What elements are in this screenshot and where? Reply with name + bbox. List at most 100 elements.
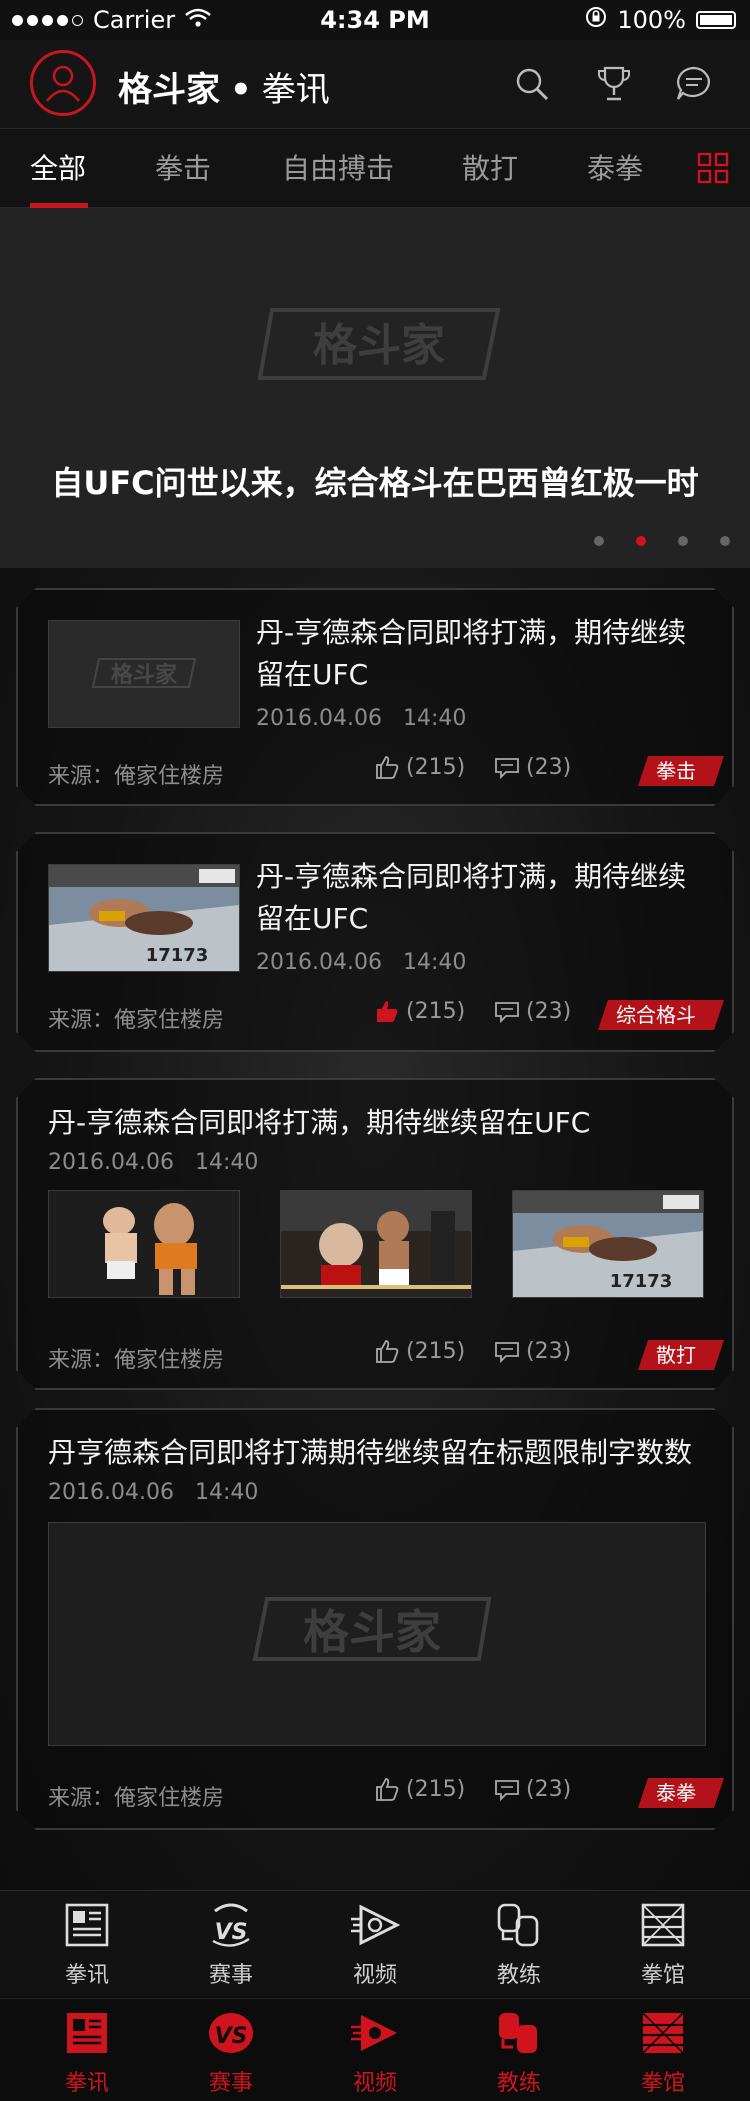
rotation-lock-icon <box>585 6 607 34</box>
svg-text:格斗家: 格斗家 <box>313 320 445 371</box>
trophy-icon[interactable] <box>594 64 634 104</box>
tab-label: 拳馆 <box>640 2071 685 2096</box>
news-card[interactable]: 丹亨德森合同即将打满期待继续留在标题限制字数数 2016.04.06 14:40… <box>16 1408 734 1830</box>
article-title[interactable]: 丹亨德森合同即将打满期待继续留在标题限制字数数 <box>48 1432 718 1474</box>
article-date: 2016.04.06 14:40 <box>48 1480 259 1505</box>
grid-menu-icon[interactable] <box>696 151 730 185</box>
boxing-ring-icon <box>637 2007 689 2059</box>
category-tabs: 全部 拳击 自由搏击 散打 泰拳 <box>0 128 750 208</box>
category-tag[interactable]: 拳击 <box>638 756 724 786</box>
tab-label: 视频 <box>352 1963 397 1988</box>
tab-bar-selected: 拳讯 VS 赛事 视频 教练 拳馆 <box>0 1998 750 2101</box>
news-icon <box>61 2007 113 2059</box>
article-source: 来源：俺家住楼房 <box>48 764 225 789</box>
tab-muay-thai[interactable]: 泰拳 <box>587 147 643 187</box>
tab-kickboxing[interactable]: 自由搏击 <box>282 147 394 187</box>
title-separator: • <box>230 70 252 110</box>
tab-gym[interactable]: 拳馆 <box>588 2007 738 2097</box>
svg-text:17173: 17173 <box>146 945 209 966</box>
tab-all[interactable]: 全部 <box>30 147 86 187</box>
tab-label: 拳讯 <box>64 2071 109 2096</box>
news-icon <box>61 1899 113 1951</box>
article-image-2[interactable] <box>280 1190 472 1298</box>
tab-video[interactable]: 视频 <box>300 2007 450 2097</box>
article-title[interactable]: 丹-亨德森合同即将打满，期待继续留在UFC <box>256 612 706 696</box>
article-date: 2016.04.06 14:40 <box>48 1150 259 1175</box>
thumbs-up-icon <box>374 1338 400 1364</box>
news-feed: 格斗家 丹-亨德森合同即将打满，期待继续留在UFC 2016.04.06 14:… <box>0 568 750 1890</box>
comment-icon <box>494 998 520 1024</box>
comment-button[interactable]: (23) <box>494 1776 571 1802</box>
tab-label: 拳讯 <box>64 1963 109 1988</box>
tab-news[interactable]: 拳讯 <box>12 1899 162 1989</box>
category-tag[interactable]: 综合格斗 <box>598 1000 724 1030</box>
tab-video[interactable]: 视频 <box>300 1899 450 1989</box>
tab-events[interactable]: VS 赛事 <box>156 1899 306 1989</box>
tab-label: 教练 <box>496 1963 541 1988</box>
category-tag[interactable]: 散打 <box>638 1340 724 1370</box>
svg-text:VS: VS <box>215 2024 248 2049</box>
article-image-placeholder[interactable]: 格斗家 <box>48 1522 706 1746</box>
like-button[interactable]: (215) <box>374 1776 465 1802</box>
article-image-1[interactable] <box>48 1190 240 1298</box>
app-name: 格斗家 <box>118 70 220 110</box>
tab-bar: 拳讯 VS 赛事 视频 教练 拳馆 <box>0 1890 750 1996</box>
news-card[interactable]: 丹-亨德森合同即将打满，期待继续留在UFC 2016.04.06 14:40 1… <box>16 1078 734 1390</box>
section-name: 拳讯 <box>261 70 330 110</box>
article-date: 2016.04.06 14:40 <box>256 950 467 975</box>
like-button[interactable]: (215) <box>374 754 465 780</box>
coach-glove-icon <box>493 2007 545 2059</box>
battery-icon <box>696 11 736 29</box>
brand-logo: 格斗家 <box>257 308 501 384</box>
svg-text:17173: 17173 <box>610 1271 673 1292</box>
comment-button[interactable]: (23) <box>494 1338 571 1364</box>
tab-news[interactable]: 拳讯 <box>12 2007 162 2097</box>
battery-percent: 100% <box>617 6 686 34</box>
page-dot <box>594 536 604 546</box>
tab-label: 教练 <box>496 2071 541 2096</box>
message-icon[interactable] <box>674 64 714 104</box>
tab-boxing[interactable]: 拳击 <box>155 147 211 187</box>
boxing-ring-icon <box>637 1899 689 1951</box>
tab-label: 拳馆 <box>640 1963 685 1988</box>
news-card[interactable]: 17173 丹-亨德森合同即将打满，期待继续留在UFC 2016.04.06 1… <box>16 832 734 1052</box>
like-button[interactable]: (215) <box>374 998 465 1024</box>
app-header: 格斗家 • 拳讯 <box>0 40 750 128</box>
article-title[interactable]: 丹-亨德森合同即将打满，期待继续留在UFC <box>48 1102 708 1144</box>
thumbnail-placeholder: 格斗家 <box>48 620 240 728</box>
thumbs-up-filled-icon <box>374 998 400 1024</box>
banner-title[interactable]: 自UFC问世以来，综合格斗在巴西曾红极一时 <box>0 458 750 504</box>
tab-coach[interactable]: 教练 <box>444 2007 594 2097</box>
video-play-icon <box>349 2007 401 2059</box>
comment-icon <box>494 1776 520 1802</box>
article-title[interactable]: 丹-亨德森合同即将打满，期待继续留在UFC <box>256 856 706 940</box>
tab-sanda[interactable]: 散打 <box>462 147 518 187</box>
banner-carousel[interactable]: 格斗家 自UFC问世以来，综合格斗在巴西曾红极一时 <box>0 208 750 568</box>
like-button[interactable]: (215) <box>374 1338 465 1364</box>
thumbs-up-icon <box>374 1776 400 1802</box>
search-icon[interactable] <box>512 64 552 104</box>
tab-events[interactable]: VS 赛事 <box>156 2007 306 2097</box>
avatar[interactable] <box>30 50 96 116</box>
article-source: 来源：俺家住楼房 <box>48 1786 225 1811</box>
category-tag[interactable]: 泰拳 <box>638 1778 724 1808</box>
svg-text:VS: VS <box>215 1920 248 1945</box>
tab-gym[interactable]: 拳馆 <box>588 1899 738 1989</box>
tab-label: 视频 <box>352 2071 397 2096</box>
tab-coach[interactable]: 教练 <box>444 1899 594 1989</box>
page-title: 格斗家 • 拳讯 <box>118 62 330 111</box>
page-dot <box>720 536 730 546</box>
vs-icon: VS <box>205 2007 257 2059</box>
article-source: 来源：俺家住楼房 <box>48 1348 225 1373</box>
vs-icon: VS <box>205 1899 257 1951</box>
news-card[interactable]: 格斗家 丹-亨德森合同即将打满，期待继续留在UFC 2016.04.06 14:… <box>16 588 734 806</box>
page-dot-active <box>636 536 646 546</box>
comment-icon <box>494 754 520 780</box>
svg-text:格斗家: 格斗家 <box>303 1605 441 1659</box>
video-play-icon <box>349 1899 401 1951</box>
article-image-3[interactable]: 17173 <box>512 1190 704 1298</box>
coach-glove-icon <box>493 1899 545 1951</box>
tab-label: 赛事 <box>208 1963 253 1988</box>
comment-button[interactable]: (23) <box>494 998 571 1024</box>
comment-button[interactable]: (23) <box>494 754 571 780</box>
